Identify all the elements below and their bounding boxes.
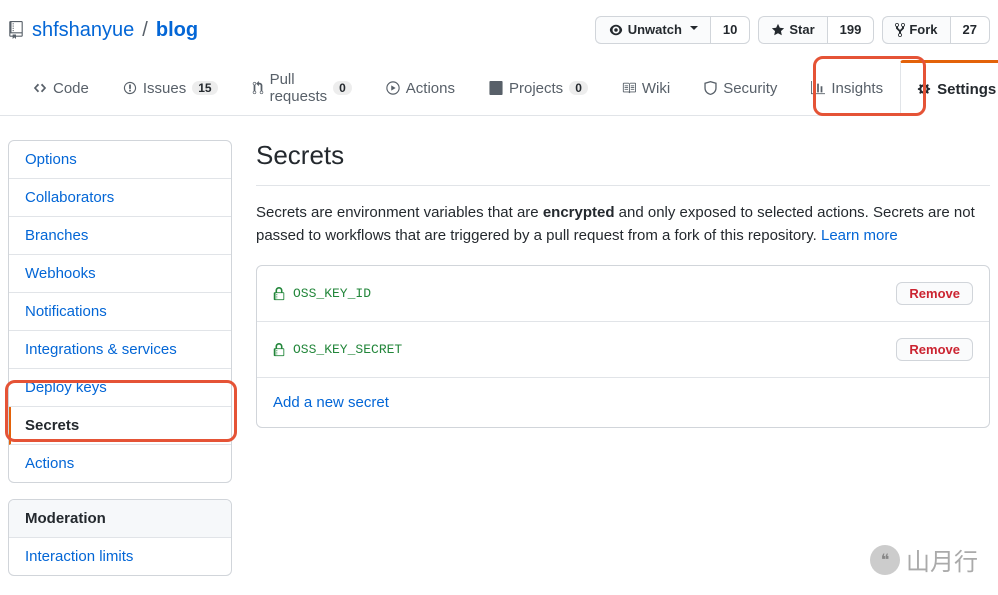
star-button[interactable]: Star <box>758 16 826 44</box>
issues-icon <box>123 81 137 95</box>
sidebar-item-options[interactable]: Options <box>9 141 231 179</box>
secrets-description: Secrets are environment variables that a… <box>256 202 990 247</box>
learn-more-link[interactable]: Learn more <box>821 227 898 244</box>
tab-issues-label: Issues <box>143 80 186 97</box>
add-secret-row: Add a new secret <box>257 378 989 427</box>
moderation-menu: Moderation Interaction limits <box>8 499 232 576</box>
unwatch-button[interactable]: Unwatch <box>595 16 710 44</box>
gear-icon <box>917 82 931 96</box>
sidebar-item-actions[interactable]: Actions <box>9 445 231 482</box>
star-group: Star 199 <box>758 16 874 44</box>
main-content: Secrets Secrets are environment variable… <box>256 140 990 576</box>
fork-label: Fork <box>909 20 937 40</box>
watch-group: Unwatch 10 <box>595 16 751 44</box>
tab-pulls[interactable]: Pull requests 0 <box>235 60 369 115</box>
projects-counter: 0 <box>569 81 588 95</box>
tab-actions[interactable]: Actions <box>369 60 472 115</box>
add-secret-link[interactable]: Add a new secret <box>273 394 389 411</box>
tab-wiki-label: Wiki <box>642 80 670 97</box>
lock-icon <box>273 343 285 357</box>
secret-name-text: OSS_KEY_ID <box>293 286 371 301</box>
pulls-counter: 0 <box>333 81 352 95</box>
sidebar-item-branches[interactable]: Branches <box>9 217 231 255</box>
settings-menu: Options Collaborators Branches Webhooks … <box>8 140 232 483</box>
repo-header: shfshanyue / blog Unwatch 10 Star 199 <box>0 0 998 44</box>
tab-code[interactable]: Code <box>16 60 106 115</box>
code-icon <box>33 81 47 95</box>
secrets-list: OSS_KEY_ID Remove OSS_KEY_SECRET Remove … <box>256 265 990 428</box>
wechat-icon: ❝ <box>870 545 900 575</box>
tab-insights[interactable]: Insights <box>794 60 900 115</box>
watermark: ❝ 山月行 <box>870 542 978 577</box>
repo-owner-link[interactable]: shfshanyue <box>32 19 134 42</box>
shield-icon <box>704 81 717 95</box>
remove-secret-button[interactable]: Remove <box>896 282 973 305</box>
desc-pre: Secrets are environment variables that a… <box>256 204 543 221</box>
tab-pulls-label: Pull requests <box>270 71 328 105</box>
repo-name-link[interactable]: blog <box>156 19 198 42</box>
book-icon <box>622 81 636 95</box>
sidebar-item-integrations[interactable]: Integrations & services <box>9 331 231 369</box>
tab-actions-label: Actions <box>406 80 455 97</box>
secret-row: OSS_KEY_ID Remove <box>257 266 989 322</box>
divider <box>256 185 990 186</box>
sidebar-item-webhooks[interactable]: Webhooks <box>9 255 231 293</box>
settings-sidebar: Options Collaborators Branches Webhooks … <box>8 140 232 576</box>
unwatch-label: Unwatch <box>628 20 682 40</box>
star-label: Star <box>789 20 814 40</box>
tab-security-label: Security <box>723 80 777 97</box>
secret-row: OSS_KEY_SECRET Remove <box>257 322 989 378</box>
sidebar-item-deploy-keys[interactable]: Deploy keys <box>9 369 231 407</box>
repo-actions: Unwatch 10 Star 199 Fork 27 <box>595 16 990 44</box>
remove-secret-button[interactable]: Remove <box>896 338 973 361</box>
issues-counter: 15 <box>192 81 217 95</box>
sidebar-item-notifications[interactable]: Notifications <box>9 293 231 331</box>
fork-button[interactable]: Fork <box>882 16 949 44</box>
moderation-heading: Moderation <box>9 500 231 538</box>
sidebar-item-collaborators[interactable]: Collaborators <box>9 179 231 217</box>
star-icon <box>771 23 785 37</box>
secret-name: OSS_KEY_ID <box>273 286 896 301</box>
tab-insights-label: Insights <box>831 80 883 97</box>
tab-settings[interactable]: Settings <box>900 60 998 116</box>
project-icon <box>489 81 503 95</box>
fork-count[interactable]: 27 <box>950 16 990 44</box>
tab-code-label: Code <box>53 80 89 97</box>
star-count[interactable]: 199 <box>827 16 875 44</box>
repo-sep: / <box>142 19 148 42</box>
tab-projects[interactable]: Projects 0 <box>472 60 605 115</box>
page-title: Secrets <box>256 140 990 171</box>
pull-request-icon <box>252 81 264 95</box>
watermark-text: 山月行 <box>906 542 978 577</box>
play-icon <box>386 81 400 95</box>
fork-icon <box>895 22 905 38</box>
repo-icon <box>8 21 24 39</box>
tab-security[interactable]: Security <box>687 60 794 115</box>
eye-icon <box>608 23 624 37</box>
lock-icon <box>273 287 285 301</box>
sidebar-item-secrets[interactable]: Secrets <box>9 407 231 445</box>
repo-title: shfshanyue / blog <box>8 19 198 42</box>
secret-name: OSS_KEY_SECRET <box>273 342 896 357</box>
watch-count[interactable]: 10 <box>710 16 750 44</box>
tab-projects-label: Projects <box>509 80 563 97</box>
tab-wiki[interactable]: Wiki <box>605 60 687 115</box>
graph-icon <box>811 81 825 95</box>
secret-name-text: OSS_KEY_SECRET <box>293 342 402 357</box>
tab-issues[interactable]: Issues 15 <box>106 60 235 115</box>
repo-nav: Code Issues 15 Pull requests 0 Actions P… <box>0 60 998 116</box>
fork-group: Fork 27 <box>882 16 990 44</box>
tab-settings-label: Settings <box>937 81 996 98</box>
desc-strong: encrypted <box>543 204 615 221</box>
sidebar-item-interaction-limits[interactable]: Interaction limits <box>9 538 231 575</box>
